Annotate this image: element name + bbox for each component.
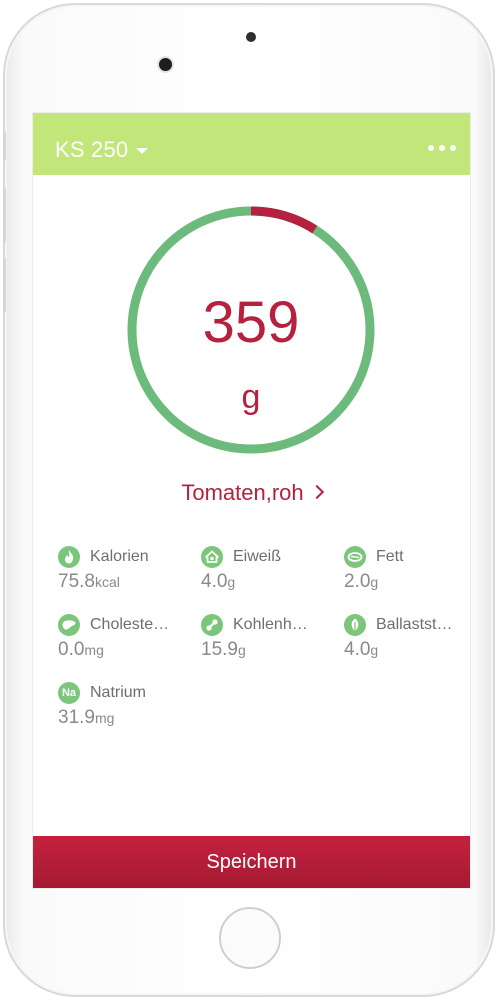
nutrient-label: Kalorien	[90, 548, 149, 565]
device-name: KS 250	[55, 137, 129, 162]
more-dot	[450, 145, 456, 151]
phone-frame: KS 250 359 g Tomaten,roh Kalorien 75.8kc…	[3, 3, 495, 997]
liver-icon	[58, 614, 80, 636]
mute-switch	[3, 131, 6, 161]
more-menu-button[interactable]	[428, 141, 456, 155]
carbohydrate-icon	[201, 614, 223, 636]
nutrient-number: 15.9	[201, 639, 238, 660]
nutrient-value: 15.9g	[201, 639, 246, 661]
nutrient-value: 4.0g	[344, 639, 378, 661]
food-selector[interactable]: Tomaten,roh	[33, 480, 470, 506]
nutrient-cholesterin: Choleste… 0.0mg	[58, 613, 188, 661]
nutrient-label: Fett	[376, 548, 404, 565]
nutrient-number: 31.9	[58, 707, 95, 728]
app-header: KS 250	[33, 113, 470, 175]
nutrient-unit: g	[370, 574, 379, 590]
nutrient-number: 2.0	[344, 571, 371, 592]
more-dots-icon	[428, 145, 434, 151]
home-button[interactable]	[219, 907, 281, 969]
nutrient-fett: Fett 2.0g	[344, 545, 470, 593]
weight-value: 359	[202, 290, 300, 355]
volume-down-button	[3, 258, 6, 313]
nutrient-label: Choleste…	[90, 616, 170, 633]
save-button[interactable]: Speichern	[33, 836, 470, 888]
nutrient-unit: kcal	[94, 574, 120, 590]
weight-unit: g	[241, 378, 261, 416]
nutrient-number: 4.0	[201, 571, 228, 592]
sodium-icon: Na	[58, 682, 80, 704]
nutrient-unit: g	[227, 574, 236, 590]
nutrient-value: 0.0mg	[58, 639, 104, 661]
fat-icon	[344, 546, 366, 568]
more-dot	[439, 145, 445, 151]
nutrient-label: Eiweiß	[233, 548, 282, 565]
nutrient-value: 2.0g	[344, 571, 378, 593]
caret-down-icon	[136, 148, 149, 154]
flame-icon	[58, 546, 80, 568]
leaf-icon	[344, 614, 366, 636]
nutrient-unit: mg	[94, 710, 115, 726]
device-selector[interactable]: KS 250	[55, 135, 149, 165]
nutrient-unit: g	[237, 642, 246, 658]
nutrient-value: 4.0g	[201, 571, 235, 593]
nutrient-label: Ballastst…	[376, 616, 453, 633]
nutrient-number: 4.0	[344, 639, 371, 660]
nutrient-value: 31.9mg	[58, 707, 114, 729]
nutrient-number: 0.0	[58, 639, 85, 660]
volume-up-button	[3, 188, 6, 243]
nutrient-kalorien: Kalorien 75.8kcal	[58, 545, 188, 593]
nutrient-unit: g	[370, 642, 379, 658]
nutrient-label: Kohlenh…	[233, 616, 308, 633]
protein-icon	[201, 546, 223, 568]
nutrient-ballaststoffe: Ballastst… 4.0g	[344, 613, 470, 661]
chevron-right-icon	[309, 484, 324, 500]
nutrient-eiweiss: Eiweiß 4.0g	[201, 545, 331, 593]
nutrient-number: 75.8	[58, 571, 95, 592]
front-camera	[159, 58, 172, 71]
nutrient-kohlenhydrate: Kohlenh… 15.9g	[201, 613, 331, 661]
food-name: Tomaten,roh	[181, 480, 304, 505]
earpiece-speaker	[246, 32, 256, 42]
app-screen: KS 250 359 g Tomaten,roh Kalorien 75.8kc…	[33, 113, 470, 888]
nutrient-label: Natrium	[90, 684, 147, 701]
nutrient-value: 75.8kcal	[58, 571, 120, 593]
nutrient-unit: mg	[84, 642, 104, 658]
nutrient-natrium: Na Natrium 31.9mg	[58, 681, 188, 729]
